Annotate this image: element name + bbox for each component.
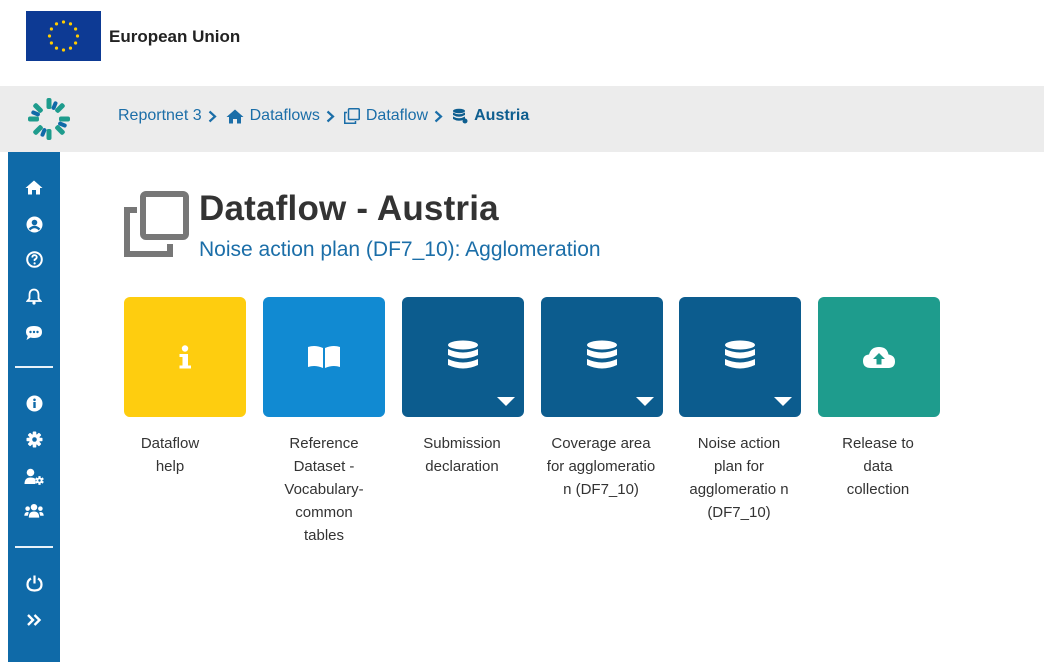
breadcrumb-label: Austria	[474, 107, 530, 124]
database-icon	[448, 340, 478, 369]
clone-icon	[343, 108, 360, 124]
tile-label: Reference Dataset - Vocabulary-common ta…	[284, 435, 364, 544]
left-nav	[8, 152, 60, 662]
submission-declaration-tile[interactable]	[402, 297, 524, 417]
info-icon	[179, 345, 191, 369]
release-to-data-collection-tile[interactable]	[818, 297, 940, 417]
dataflow-help-tile[interactable]	[124, 297, 246, 417]
tile-label: Dataflow help	[140, 435, 200, 475]
info-icon[interactable]	[24, 393, 44, 413]
breadcrumb-austria: Austria	[452, 107, 529, 125]
home-icon	[226, 109, 244, 123]
breadcrumb-label: Dataflows	[249, 107, 320, 124]
comment-icon[interactable]	[24, 323, 44, 343]
breadcrumb-bar: Reportnet 3 Dataflows Dataflow Austria	[0, 86, 1044, 152]
reportnet-logo-icon[interactable]	[26, 96, 72, 142]
nav-divider	[15, 546, 53, 548]
tile-label: Coverage area for agglomeratio n (DF7_10…	[546, 435, 656, 498]
cloud-upload-icon	[863, 347, 895, 368]
expand-icon[interactable]	[24, 610, 44, 630]
settings-icon[interactable]	[24, 429, 44, 449]
dropdown-caret-icon[interactable]	[636, 397, 654, 406]
breadcrumb: Reportnet 3 Dataflows Dataflow Austria	[118, 107, 529, 125]
database-icon	[587, 340, 617, 369]
chevron-right-icon	[208, 110, 217, 123]
breadcrumb-label: Reportnet 3	[118, 107, 202, 124]
dropdown-caret-icon[interactable]	[774, 397, 792, 406]
user-settings-icon[interactable]	[24, 466, 44, 486]
tile-label: Release to data collection	[842, 435, 914, 498]
chevron-right-icon	[326, 110, 335, 123]
users-icon[interactable]	[24, 501, 44, 521]
page-title: Dataflow - Austria	[199, 189, 499, 228]
breadcrumb-reportnet[interactable]: Reportnet 3	[118, 107, 202, 125]
help-icon[interactable]	[24, 249, 44, 269]
eu-flag-logo[interactable]	[26, 11, 101, 61]
noise-action-plan-tile[interactable]	[679, 297, 801, 417]
breadcrumb-dataflows[interactable]: Dataflows	[226, 107, 320, 125]
chevron-right-icon	[434, 110, 443, 123]
database-icon	[725, 340, 755, 369]
eu-header: European Union	[0, 0, 1044, 86]
bell-icon[interactable]	[24, 286, 44, 306]
book-icon	[308, 345, 340, 368]
home-icon[interactable]	[24, 177, 44, 197]
nav-divider	[15, 366, 53, 368]
breadcrumb-label: Dataflow	[365, 107, 429, 124]
database-icon	[453, 108, 468, 124]
reference-dataset-tile[interactable]	[263, 297, 385, 417]
tile-label: Submission declaration	[423, 435, 501, 475]
dropdown-caret-icon[interactable]	[497, 397, 515, 406]
page-subtitle: Noise action plan (DF7_10): Agglomeratio…	[199, 238, 601, 261]
coverage-area-tile[interactable]	[541, 297, 663, 417]
eu-label: European Union	[109, 27, 241, 46]
clone-icon	[122, 190, 190, 258]
user-icon[interactable]	[24, 214, 44, 234]
breadcrumb-dataflow[interactable]: Dataflow	[343, 107, 429, 125]
tile-label: Noise action plan for agglomeratio n (DF…	[689, 435, 789, 521]
power-icon[interactable]	[24, 573, 44, 593]
